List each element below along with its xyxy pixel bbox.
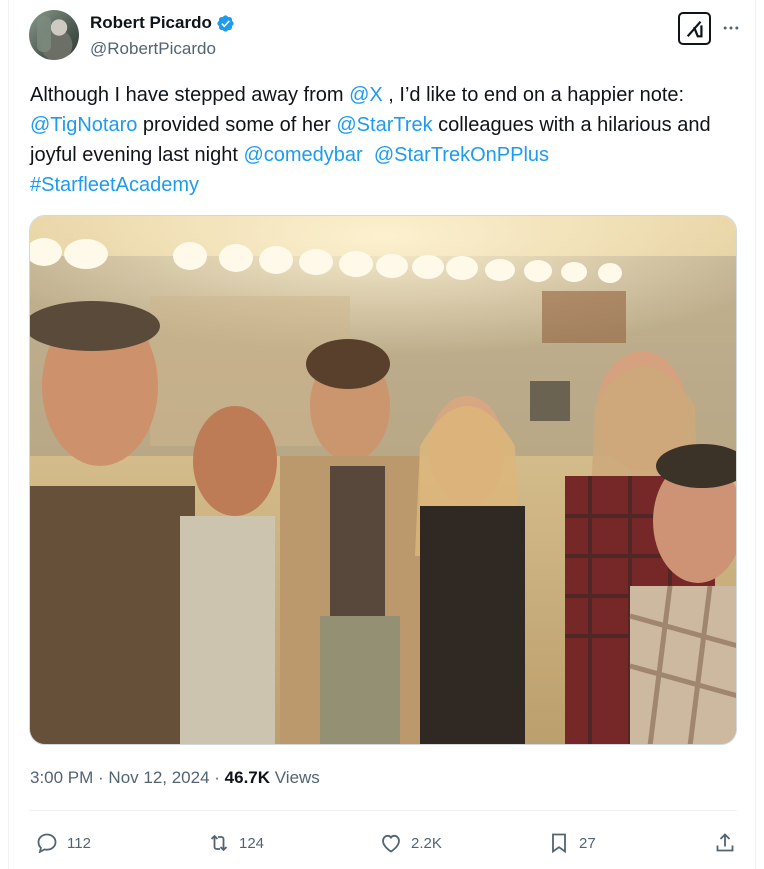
more-icon [723, 26, 739, 30]
mention-link[interactable]: @StarTrekOnPPlus [374, 144, 549, 166]
tweet-header: Robert Picardo @RobertPicardo [29, 10, 745, 66]
repost-button[interactable]: 124 [207, 826, 264, 860]
meta-separator: · [93, 768, 109, 787]
hashtag-link[interactable]: #StarfleetAcademy [30, 174, 199, 196]
action-bar: 112 124 2.2K 27 [29, 826, 737, 860]
heart-icon [382, 834, 400, 853]
mention-link[interactable]: @TigNotaro [30, 114, 137, 136]
reply-count: 112 [67, 834, 91, 852]
mention-link[interactable]: @X [349, 84, 383, 106]
tweet-meta: 3:00 PM · Nov 12, 2024 · 46.7K Views [30, 768, 320, 788]
reply-button[interactable]: 112 [35, 826, 91, 860]
bookmark-icon [552, 833, 566, 854]
like-count: 2.2K [411, 834, 442, 852]
verified-badge-icon [217, 14, 234, 32]
repost-count: 124 [239, 834, 265, 852]
mention-link[interactable]: @StarTrek [336, 114, 432, 136]
mention-link[interactable]: @comedybar [243, 144, 362, 166]
bookmark-count: 27 [579, 834, 596, 852]
views-count: 46.7K [224, 768, 271, 787]
tweet-text-segment: , I’d like to end on a happier note: [382, 84, 685, 106]
bookmark-button[interactable]: 27 [547, 826, 596, 860]
views-label: Views [270, 768, 320, 787]
reply-icon [37, 833, 57, 854]
share-icon [716, 833, 734, 852]
tweet-date[interactable]: Nov 12, 2024 [108, 768, 209, 787]
tweet-text-segment [363, 144, 374, 166]
tweet-time[interactable]: 3:00 PM [30, 768, 93, 787]
avatar[interactable] [29, 10, 79, 60]
grok-icon [686, 20, 703, 37]
handle[interactable]: @RobertPicardo [90, 39, 216, 59]
more-button[interactable] [719, 16, 743, 40]
tweet-card: Robert Picardo @RobertPicardo Although I… [8, 0, 756, 869]
tweet-text-segment: Although I have stepped away from [30, 84, 350, 106]
tweet-photo[interactable] [29, 215, 737, 745]
repost-icon [210, 834, 228, 852]
meta-separator: · [209, 768, 225, 787]
tweet-text: Although I have stepped away from @X , I… [30, 80, 746, 200]
display-name[interactable]: Robert Picardo [90, 13, 212, 33]
group-photo-image [30, 216, 736, 744]
share-button[interactable] [713, 826, 745, 860]
divider [29, 810, 737, 811]
name-row: Robert Picardo [90, 13, 235, 33]
like-button[interactable]: 2.2K [379, 826, 442, 860]
tweet-text-segment: provided some of her [137, 114, 337, 136]
grok-button[interactable] [678, 12, 711, 45]
